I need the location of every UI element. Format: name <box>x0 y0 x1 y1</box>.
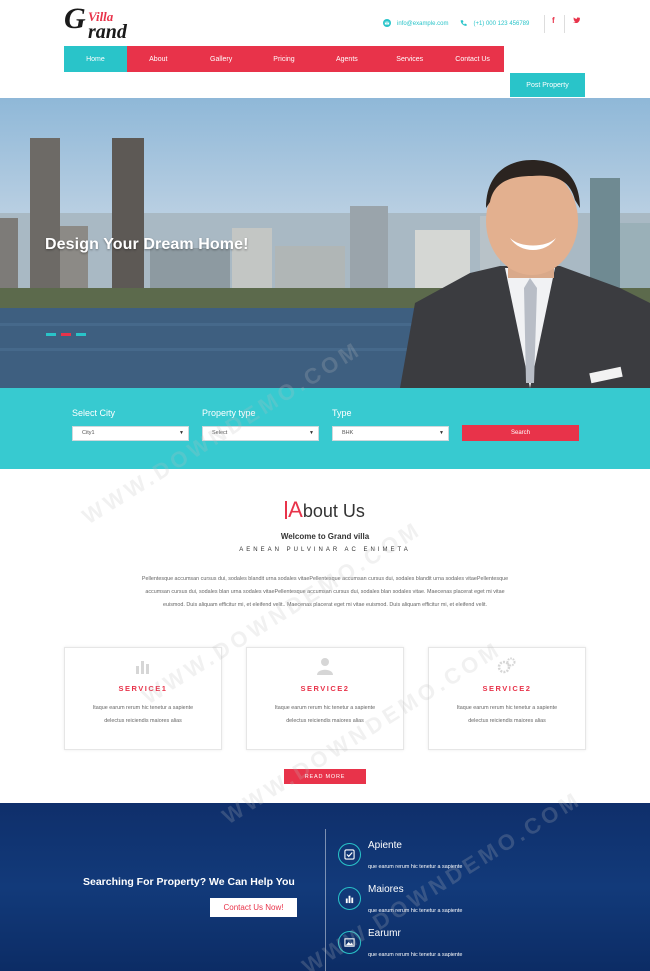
feature-title: Earumr <box>368 928 401 939</box>
email-icon <box>383 19 391 29</box>
phone-icon <box>460 19 468 29</box>
user-icon <box>247 657 403 675</box>
feature-sub: que earum rerum hic tenetur a sapiente <box>368 908 463 914</box>
search-button[interactable]: Search <box>462 425 579 441</box>
nav-services[interactable]: Services <box>378 46 441 72</box>
post-property-button[interactable]: Post Property <box>510 73 585 97</box>
nav-pricing[interactable]: Pricing <box>253 46 316 72</box>
nav-contact-us[interactable]: Contact Us <box>441 46 504 72</box>
bar-chart-icon <box>65 657 221 675</box>
about-tagline: AENEAN PULVINAR AC ENIMETA <box>239 547 411 553</box>
help-headline: Searching For Property? We Can Help You <box>83 876 295 888</box>
nav-gallery[interactable]: Gallery <box>190 46 253 72</box>
about-welcome: Welcome to Grand villa <box>280 532 370 541</box>
service-name: SERVICE2 <box>482 684 532 693</box>
city-select-value: City1 <box>82 430 95 436</box>
feature-sub: que earum rerum hic tenetur a sapiente <box>368 864 463 870</box>
image-icon <box>338 931 361 954</box>
feature-title: Maiores <box>368 884 404 895</box>
contact-us-now-button[interactable]: Contact Us Now! <box>210 898 297 917</box>
header-divider <box>544 15 545 33</box>
slider-dot[interactable] <box>61 333 71 336</box>
main-nav: Home About Gallery Pricing Agents Servic… <box>64 46 504 72</box>
feature-title: Apiente <box>368 840 402 851</box>
city-label: Select City <box>72 408 116 418</box>
service-desc: Itaque earum rerum hic tenetur a sapient… <box>456 705 558 724</box>
about-body: Pellentesque accumsan cursus dui, sodale… <box>141 576 509 608</box>
about-heading-first: A <box>288 497 303 522</box>
nav-agents[interactable]: Agents <box>315 46 378 72</box>
chevron-down-icon: ▼ <box>439 430 444 436</box>
service-desc: Itaque earum rerum hic tenetur a sapient… <box>274 705 376 724</box>
property-type-label: Property type <box>202 408 256 418</box>
help-section: Searching For Property? We Can Help You … <box>0 803 650 971</box>
feature-sub: que earum rerum hic tenetur a sapiente <box>368 952 463 958</box>
chevron-down-icon: ▼ <box>309 430 314 436</box>
nav-home[interactable]: Home <box>64 46 127 72</box>
section-divider <box>325 829 326 971</box>
chevron-down-icon: ▼ <box>179 430 184 436</box>
twitter-icon[interactable] <box>573 16 580 25</box>
logo-initial: G <box>64 2 86 35</box>
contact-bar: info@example.com (+1) 000 123 456789 <box>383 17 529 31</box>
property-type-value: Select <box>212 430 228 436</box>
bhk-select[interactable]: BHK ▼ <box>332 426 449 441</box>
bhk-select-value: BHK <box>342 430 354 436</box>
hero-banner: Design Your Dream Home! <box>0 98 650 388</box>
about-heading-rest: bout Us <box>302 501 365 521</box>
slider-dot[interactable] <box>76 333 86 336</box>
service-card[interactable]: SERVICE2 Itaque earum rerum hic tenetur … <box>428 647 586 750</box>
heading-accent-bar <box>285 501 288 519</box>
logo-rand: rand <box>88 21 127 43</box>
header-divider <box>564 15 565 33</box>
nav-about[interactable]: About <box>127 46 190 72</box>
slider-dot[interactable] <box>46 333 56 336</box>
service-desc: Itaque earum rerum hic tenetur a sapient… <box>92 705 194 724</box>
service-name: SERVICE1 <box>118 684 168 693</box>
facebook-icon[interactable]: f <box>552 16 555 25</box>
about-heading: About Us <box>0 497 650 523</box>
phone-number: (+1) 000 123 456789 <box>473 21 530 27</box>
slider-dots <box>46 333 86 336</box>
check-icon <box>338 843 361 866</box>
hero-title: Design Your Dream Home! <box>45 236 249 253</box>
gears-icon <box>429 657 585 675</box>
read-more-button[interactable]: READ MORE <box>284 769 366 784</box>
service-card[interactable]: SERVICE2 Itaque earum rerum hic tenetur … <box>246 647 404 750</box>
bhk-label: Type <box>332 408 352 418</box>
property-search: Select City City1 ▼ Property type Select… <box>0 388 650 469</box>
city-select[interactable]: City1 ▼ <box>72 426 189 441</box>
site-logo[interactable]: G Villa rand <box>64 2 144 44</box>
email-link[interactable]: info@example.com <box>397 21 448 27</box>
service-card[interactable]: SERVICE1 Itaque earum rerum hic tenetur … <box>64 647 222 750</box>
bar-chart-icon <box>338 887 361 910</box>
site-header: G Villa rand info@example.com (+1) 000 1… <box>0 0 650 98</box>
property-type-select[interactable]: Select ▼ <box>202 426 319 441</box>
service-name: SERVICE2 <box>300 684 350 693</box>
